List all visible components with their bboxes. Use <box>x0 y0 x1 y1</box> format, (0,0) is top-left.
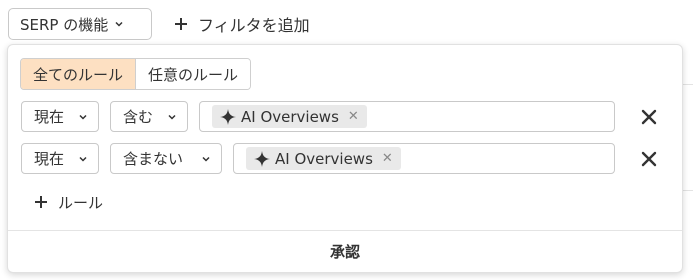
match-mode-toggle: 全てのルール 任意のルール <box>20 58 252 90</box>
value-chip-label: AI Overviews <box>241 107 339 126</box>
add-rule-button[interactable]: ルール <box>34 190 103 214</box>
value-chip-label: AI Overviews <box>275 149 373 168</box>
add-rule-label: ルール <box>58 193 104 212</box>
chevron-down-icon <box>79 114 87 120</box>
plus-icon <box>175 18 187 30</box>
match-all-option[interactable]: 全てのルール <box>21 59 136 89</box>
match-any-option[interactable]: 任意のルール <box>135 59 251 89</box>
approve-button[interactable]: 承認 <box>8 231 682 272</box>
chevron-down-icon <box>115 21 123 27</box>
add-filter-button[interactable]: フィルタを追加 <box>174 8 310 40</box>
chevron-down-icon <box>168 114 176 120</box>
value-chip: AI Overviews ✕ <box>212 105 367 128</box>
filter-toolbar: SERP の機能 フィルタを追加 <box>0 0 693 44</box>
close-icon[interactable] <box>640 150 658 168</box>
background-divider <box>682 84 693 85</box>
chevron-down-icon <box>79 156 87 162</box>
value-chip: AI Overviews ✕ <box>246 147 401 170</box>
add-filter-label: フィルタを追加 <box>198 16 310 35</box>
serp-features-label: SERP の機能 <box>20 15 109 34</box>
rule-field-value: 現在 <box>34 108 65 126</box>
rule-operator-select[interactable]: 含む <box>110 101 188 132</box>
chevron-down-icon <box>202 156 210 162</box>
rule-field-select[interactable]: 現在 <box>21 101 99 132</box>
rule-operator-value: 含まない <box>123 150 184 168</box>
remove-chip-icon[interactable]: ✕ <box>348 109 359 124</box>
rule-value-input[interactable]: AI Overviews ✕ <box>233 143 615 174</box>
rule-value-input[interactable]: AI Overviews ✕ <box>199 101 615 132</box>
plus-icon <box>35 196 47 208</box>
sparkle-icon <box>254 150 270 167</box>
rule-field-select[interactable]: 現在 <box>21 143 99 174</box>
close-icon[interactable] <box>640 108 658 126</box>
remove-chip-icon[interactable]: ✕ <box>382 151 393 166</box>
serp-features-dropdown[interactable]: SERP の機能 <box>8 8 152 40</box>
sparkle-icon <box>220 108 236 125</box>
rule-field-value: 現在 <box>34 150 65 168</box>
background-divider <box>682 190 693 191</box>
filter-popover: 全てのルール 任意のルール 現在 含む AI Overviews ✕ 現在 含ま… <box>7 44 683 273</box>
rule-operator-select[interactable]: 含まない <box>110 143 222 174</box>
rule-operator-value: 含む <box>123 108 154 126</box>
